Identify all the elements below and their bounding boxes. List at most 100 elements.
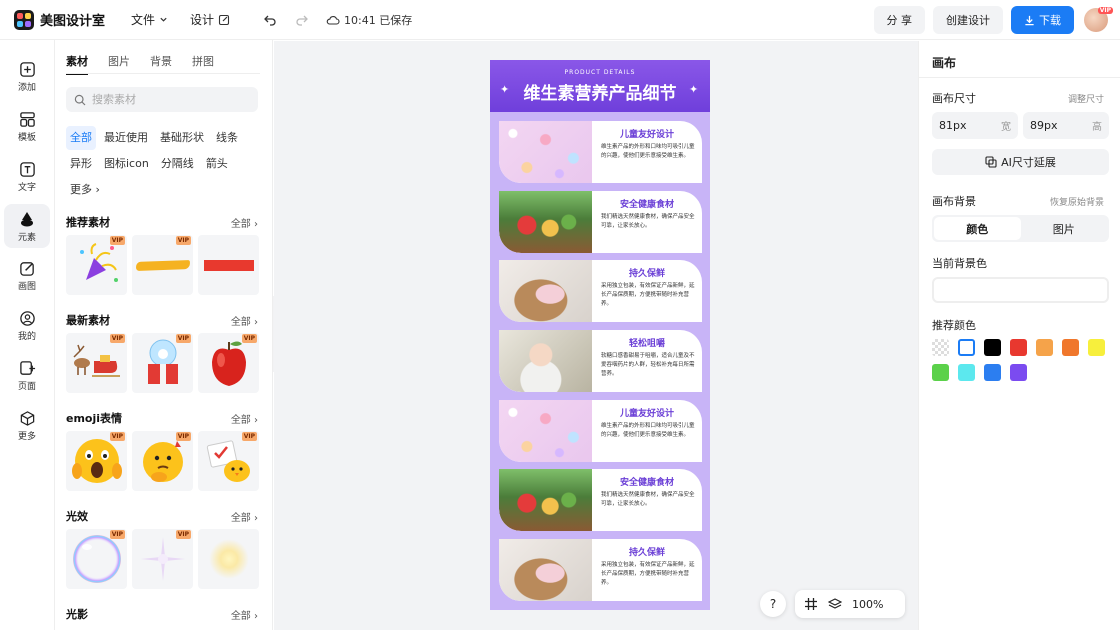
color-swatch[interactable] [1088,339,1105,356]
asset-thumb-shocked-emoji[interactable]: VIP [66,431,127,491]
feature-card-body: 采用独立包装，有效保证产品新鲜，延长产品保质期，方便携带随时补充营养。 [601,562,695,586]
feature-card[interactable]: 持久保鲜 采用独立包装，有效保证产品新鲜，延长产品保质期，方便携带随时补充营养。 [499,260,702,322]
section-all-link[interactable]: 全部 › [231,411,258,426]
width-field[interactable]: 81px 宽 [932,112,1018,139]
rail-item-page[interactable]: 页面 [4,354,50,398]
feature-card[interactable]: 轻松咀嚼 软糖口感香甜易于咀嚼，适合儿童及不爱吞咽药片的人群，轻松补充每日所需营… [499,330,702,392]
create-design-button[interactable]: 创建设计 [933,6,1003,34]
chip-arrows[interactable]: 箭头 [202,152,232,176]
chip-basic-shapes[interactable]: 基础形状 [156,126,208,150]
section-all-link[interactable]: 全部 › [231,313,258,328]
redo-button[interactable] [290,8,314,32]
asset-thumb-checklist-chick[interactable]: VIP [198,431,259,491]
chip-irregular[interactable]: 异形 [66,152,96,176]
height-unit: 高 [1092,122,1102,133]
rail-item-template[interactable]: 模板 [4,105,50,149]
rail-item-add[interactable]: 添加 [4,55,50,99]
category-chips: 全部 最近使用 基础形状 线条 异形 图标icon 分隔线 箭头 更多 › [66,126,266,204]
feature-card-body: 维生素产品的外形和口味均可吸引儿童的兴趣，使他们更乐意接受维生素。 [601,423,695,438]
chip-lines[interactable]: 线条 [212,126,242,150]
asset-thumb-red-bar[interactable] [198,235,259,295]
ai-extend-button[interactable]: AI尺寸延展 [932,149,1109,175]
chip-dividers[interactable]: 分隔线 [157,152,198,176]
avatar[interactable]: VIP [1084,7,1113,32]
panel-tabs: 素材 图片 背景 拼图 [66,53,214,75]
asset-thumb-reindeer-sleigh[interactable]: VIP [66,333,127,393]
share-button[interactable]: 分 享 [873,6,925,34]
color-swatch[interactable] [932,364,949,381]
zoom-level[interactable]: 100% [852,598,883,611]
file-menu[interactable]: 文件 [131,11,168,28]
bg-type-image[interactable]: 图片 [1021,217,1108,240]
color-swatch[interactable] [958,364,975,381]
asset-thumb-sparkle[interactable]: VIP [132,529,193,589]
feature-card-body: 采用独立包装，有效保证产品新鲜，延长产品保质期，方便携带随时补充营养。 [601,283,695,307]
chip-icons[interactable]: 图标icon [100,152,153,176]
layers-icon[interactable] [828,597,842,611]
feature-card-title: 持久保鲜 [628,269,665,279]
tab-collage[interactable]: 拼图 [192,53,214,75]
color-swatch[interactable] [984,364,1001,381]
feature-card[interactable]: 持久保鲜 采用独立包装，有效保证产品新鲜，延长产品保质期，方便携带随时补充营养。 [499,539,702,601]
asset-thumb-gift-snowglobe[interactable]: VIP [132,333,193,393]
chevron-down-icon [160,17,167,22]
tab-backgrounds[interactable]: 背景 [150,53,172,75]
rail-item-mine[interactable]: 我的 [4,304,50,348]
rail-item-text[interactable]: 文字 [4,155,50,199]
asset-thumb-red-apple[interactable]: VIP [198,333,259,393]
section-all-link[interactable]: 全部 › [231,509,258,524]
all-label: 全部 [230,513,251,524]
rail-item-elements[interactable]: 元素 [4,204,50,248]
download-button[interactable]: 下载 [1011,6,1074,34]
chip-all[interactable]: 全部 [66,126,96,150]
bg-type-color[interactable]: 颜色 [934,217,1021,240]
rail-item-label: 模板 [17,133,36,143]
width-value: 81px [939,119,967,132]
section-all-link[interactable]: 全部 › [231,607,258,622]
feature-card[interactable]: 安全健康食材 我们精选天然健康食材，确保产品安全可靠，让家长放心。 [499,469,702,531]
app-logo[interactable]: 美图设计室 [14,9,105,30]
color-swatch[interactable] [1010,339,1027,356]
feature-card[interactable]: 安全健康食材 我们精选天然健康食材，确保产品安全可靠，让家长放心。 [499,191,702,253]
asset-thumb-party-popper[interactable]: VIP [66,235,127,295]
help-button[interactable]: ? [760,591,786,617]
color-swatch[interactable] [1010,364,1027,381]
asset-thumb-bubble[interactable]: VIP [66,529,127,589]
restore-bg-link[interactable]: 恢复原始背景 [1050,195,1104,208]
search-icon [74,94,86,105]
poster-canvas[interactable]: PRODUCT DETAILS ✦ 维生素营养产品细节 ✦ 儿童友好设计 维生素… [490,60,710,610]
grid-icon[interactable] [804,597,818,611]
chip-more[interactable]: 更多 › [66,178,104,202]
rail-item-draw[interactable]: 画图 [4,254,50,298]
vip-badge: VIP [109,432,125,441]
chip-recent[interactable]: 最近使用 [100,126,152,150]
color-swatch[interactable] [958,339,975,356]
search-input[interactable] [92,93,242,106]
color-swatch[interactable] [932,339,949,356]
section-all-link[interactable]: 全部 › [231,215,258,230]
section-title-light-shadow: 光影 [66,608,88,621]
fruit-photo [499,469,592,531]
adjust-size-link[interactable]: 调整尺寸 [1068,92,1104,105]
tab-materials[interactable]: 素材 [66,53,88,75]
color-swatch[interactable] [1062,339,1079,356]
current-bg-color-picker[interactable] [932,277,1109,303]
undo-button[interactable] [258,8,282,32]
chip-more-label: 更多 [70,183,92,196]
feature-card[interactable]: 儿童友好设计 维生素产品的外形和口味均可吸引儿童的兴趣，使他们更乐意接受维生素。 [499,400,702,462]
asset-thumb-glow[interactable] [198,529,259,589]
search-box[interactable] [66,87,258,112]
asset-thumb-thinking-emoji[interactable]: VIP [132,431,193,491]
shocked-face-icon [71,439,122,483]
panel-title: 画布 [932,56,957,70]
tab-images[interactable]: 图片 [108,53,130,75]
color-swatch[interactable] [1036,339,1053,356]
height-field[interactable]: 89px 高 [1023,112,1109,139]
bg-type-toggle: 颜色 图片 [932,215,1109,242]
rail-item-more[interactable]: 更多 [4,404,50,448]
download-label: 下载 [1039,14,1061,27]
design-menu[interactable]: 设计 [190,11,230,28]
asset-thumb-yellow-brush[interactable]: VIP [132,235,193,295]
color-swatch[interactable] [984,339,1001,356]
feature-card[interactable]: 儿童友好设计 维生素产品的外形和口味均可吸引儿童的兴趣，使他们更乐意接受维生素。 [499,121,702,183]
